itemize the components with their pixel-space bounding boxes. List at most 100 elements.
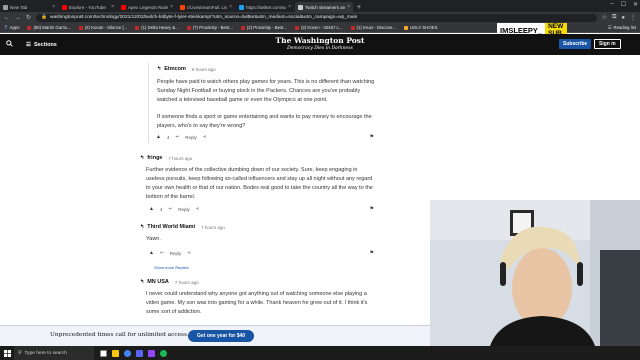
search-icon: ⚲ [18,350,22,356]
bookmark-item[interactable]: UGLY SHOES [403,25,437,30]
taskbar-search-field[interactable]: ⚲ Type here to search [14,346,94,360]
comment-body: Further evidence of the collective dumbi… [146,167,373,200]
file-explorer-icon[interactable] [112,349,119,357]
star-icon[interactable]: ☆ [602,14,607,21]
bookmark-item[interactable]: (90) Martin Garrix... [27,25,71,30]
youtube-icon [240,25,245,30]
comments-section: ↰ Etmcom 6 hours ago People have paid to… [0,55,430,325]
address-bar-row: ← → ↻ 🔒 washingtonpost.com/technology/20… [0,12,640,23]
show-more-replies-link[interactable]: Show more Replies [154,265,189,270]
reply-arrow-icon: ↰ [140,279,145,285]
comment-author[interactable]: fringe [147,155,162,161]
like-icon[interactable]: ▲ [149,206,154,212]
back-icon[interactable]: ← [4,15,10,21]
reading-list[interactable]: ☰ Reading list [608,25,636,31]
close-tab-icon[interactable]: × [52,4,55,10]
get-offer-button[interactable]: Get one year for $40 [188,330,255,342]
bookmark-item[interactable]: (7) Proximity - Best... [186,25,233,30]
close-tab-icon[interactable]: × [111,4,114,10]
search-icon[interactable] [6,40,18,49]
chrome-icon[interactable] [124,349,131,357]
reply-button[interactable]: Reply [185,135,197,140]
sign-in-button[interactable]: Sign in [594,39,621,49]
new-tab-icon[interactable]: + [357,4,361,11]
folder-icon [403,25,408,30]
bookmark-item[interactable]: (2) Kovan - Silence [... [78,25,127,30]
comment-author[interactable]: Third World Miami [147,224,195,230]
close-tab-icon[interactable]: × [170,4,173,10]
reply-icon[interactable]: ↩ [175,134,179,140]
bookmark-item[interactable]: (2) Proximity - Best... [240,25,287,30]
window-controls: – ☐ ✕ [610,1,638,8]
bookmark-item[interactable]: (2) Koven - 32467 L... [294,25,343,30]
promo-text: Unprecedented times call for unlimited a… [50,332,189,338]
subscribe-button[interactable]: Subscribe [559,39,592,49]
reply-button[interactable]: Reply [170,251,182,256]
flag-icon[interactable]: ⚑ [370,206,374,212]
comment-actions: ▲ 4 ↩ Reply ⋖ ⚑ [149,206,374,212]
browser-tab-active[interactable]: Twitch streamers are the Internet× [295,2,353,12]
flag-icon[interactable]: ⚑ [370,250,374,256]
close-window-icon[interactable]: ✕ [633,1,638,8]
close-tab-icon[interactable]: × [229,4,232,10]
maximize-icon[interactable]: ☐ [621,1,626,8]
bookmark-item[interactable]: (1) Insus - Discove... [350,25,396,30]
comment-time: 7 hours ago [174,279,199,285]
profile-avatar-icon[interactable]: ● [621,15,625,21]
browser-tab[interactable]: New Tab × [0,2,58,12]
comment-body: People have paid to watch others play ga… [157,79,375,103]
reload-icon[interactable]: ↻ [26,14,31,21]
comment-actions: ▲ 4 ↩ Reply ⋖ ⚑ [156,134,374,140]
spotify-icon[interactable] [160,349,167,357]
site-header: ☰ Sections The Washington Post Democracy… [0,34,640,55]
comment-author[interactable]: Etmcom [164,66,186,72]
sections-menu-button[interactable]: ☰ Sections [26,42,57,48]
like-icon[interactable]: ▲ [156,134,161,140]
reply-icon[interactable]: ↩ [168,206,172,212]
task-view-icon[interactable] [100,349,107,357]
windows-start-icon[interactable] [0,346,14,360]
comment-time: 7 hours ago [168,155,193,161]
wapo-favicon-icon [298,4,303,10]
screen: New Tab × Explore - YouTube × Apex Legends… [0,0,640,360]
twitch-icon[interactable] [148,349,155,357]
reply-arrow-icon: ↰ [140,155,145,161]
flag-icon[interactable]: ⚑ [370,134,374,140]
share-icon[interactable]: ⋖ [187,250,191,256]
comment-body: Yawn. [146,236,161,242]
browser-tab[interactable]: Apex Legends Rankers Collectio× [118,2,176,12]
twitter-icon [239,4,244,10]
reddit-icon [180,4,185,10]
menu-icon[interactable]: ⋮ [630,14,636,21]
site-logo[interactable]: The Washington Post Democracy Dies in Da… [250,36,390,51]
comment-time: 7 hours ago [201,224,225,230]
forward-icon[interactable]: → [15,15,21,21]
reply-icon[interactable]: ↩ [160,250,164,256]
comment-time: 6 hours ago [191,66,216,72]
close-tab-icon[interactable]: × [288,4,291,10]
url-field[interactable]: 🔒 washingtonpost.com/technology/2021/12/… [36,13,597,22]
hamburger-icon: ☰ [26,41,31,48]
share-icon[interactable]: ⋖ [203,134,207,140]
youtube-icon [186,25,191,30]
minimize-icon[interactable]: – [610,1,613,8]
reply-button[interactable]: Reply [178,207,190,212]
discord-icon[interactable] [136,349,143,357]
apps-grid-icon: ⠿ [4,24,8,31]
subscription-promo-bar: Unprecedented times call for unlimited a… [0,325,430,346]
browser-tab[interactable]: Explore - YouTube × [59,2,117,12]
extensions-icon[interactable]: ⧉ [612,14,616,21]
browser-tab[interactable]: r/LivestreamFail: Livestream ann× [177,2,235,12]
bookmark-apps[interactable]: ⠿ Apps [4,25,19,31]
like-icon[interactable]: ▲ [149,250,154,256]
bookmark-item[interactable]: (1) Delta Heavy &... [135,25,179,30]
close-tab-icon[interactable]: × [347,4,350,10]
comment-reply: ↰ Etmcom 6 hours ago People have paid to… [148,63,377,143]
lock-icon: 🔒 [41,15,48,20]
share-icon[interactable]: ⋖ [196,206,200,212]
reply-arrow-icon: ↰ [140,224,145,230]
comment-author[interactable]: MN USA [147,279,169,285]
like-count: 4 [166,134,170,140]
browser-tab[interactable]: https://twitter.com/washingto× [236,2,294,12]
comment-actions: ▲ ↩ Reply ⋖ ⚑ [149,250,374,256]
